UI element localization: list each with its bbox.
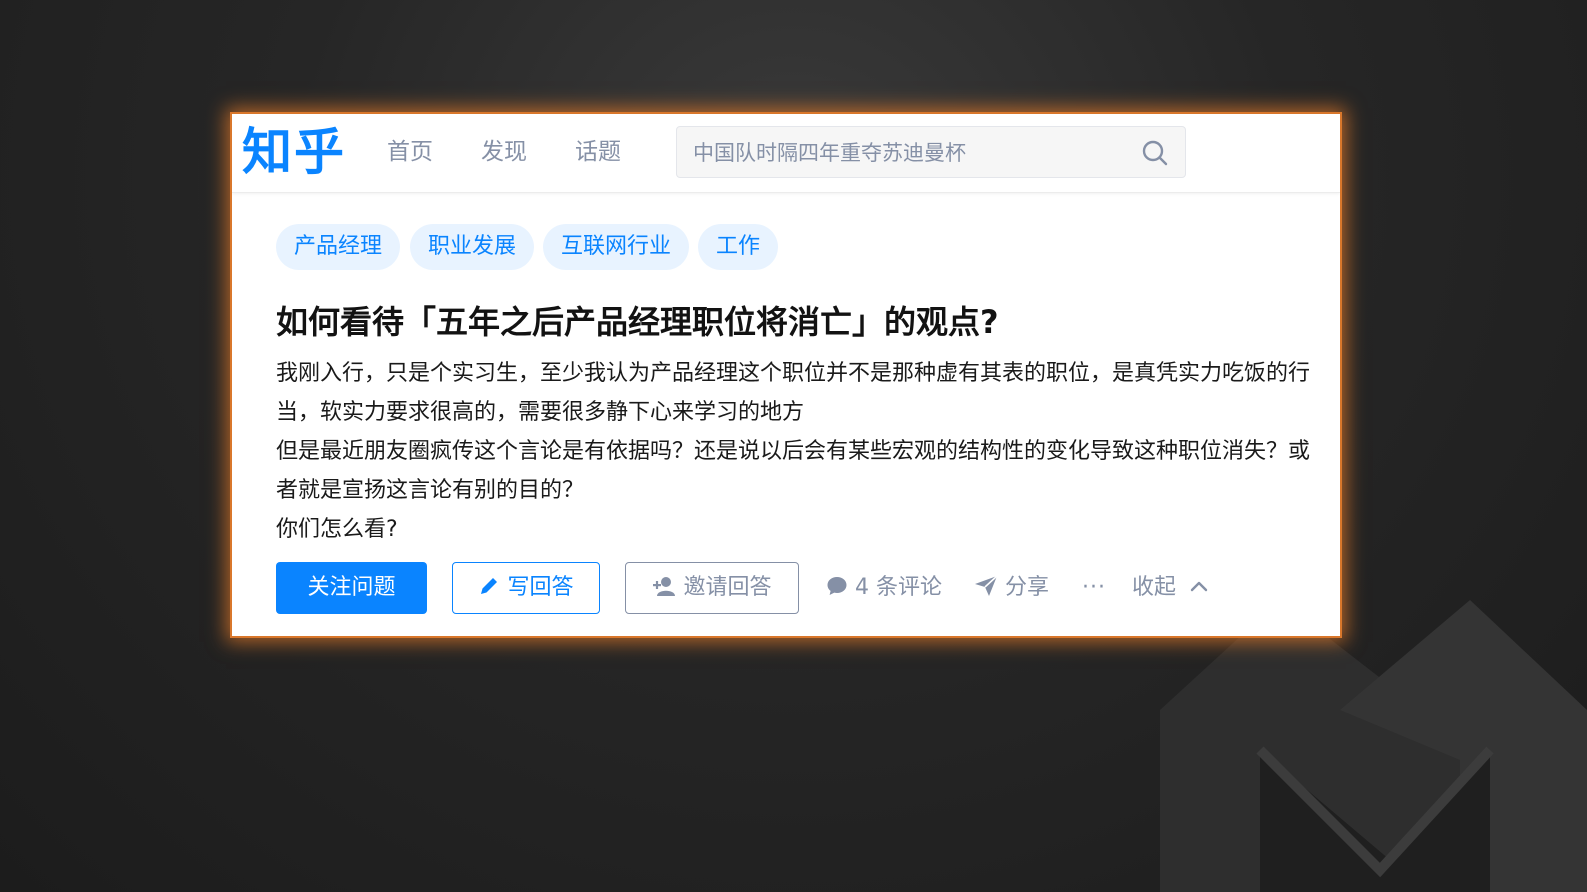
search-box xyxy=(676,126,1186,179)
share-button[interactable]: 分享 xyxy=(974,562,1049,614)
pencil-icon xyxy=(481,578,498,594)
share-label: 分享 xyxy=(1005,575,1050,600)
topic-tag[interactable]: 工作 xyxy=(698,224,779,270)
question-title: 如何看待「五年之后产品经理职位将消亡」的观点? xyxy=(276,303,999,341)
zhihu-question-card: 知乎 首页 发现 话题 产品经理 职业发展 互联网行业 工作 如何看待「五年之后… xyxy=(232,114,1340,636)
question-description: 我刚入行，只是个实习生，至少我认为产品经理这个职位并不是那种虚有其表的职位，是真… xyxy=(276,354,1320,549)
write-answer-label: 写回答 xyxy=(507,575,574,600)
topic-tag[interactable]: 互联网行业 xyxy=(543,224,690,270)
invite-answer-button[interactable]: 邀请回答 xyxy=(625,562,799,614)
comments-label: 4 条评论 xyxy=(855,575,942,600)
invite-answer-label: 邀请回答 xyxy=(683,575,772,600)
more-options-button[interactable]: ··· xyxy=(1082,562,1106,614)
topic-tag[interactable]: 职业发展 xyxy=(410,224,535,270)
collapse-button[interactable]: 收起 xyxy=(1132,562,1209,614)
background-watermark-logo xyxy=(1160,600,1587,892)
collapse-label: 收起 xyxy=(1132,575,1177,600)
description-paragraph: 但是最近朋友圈疯传这个言论是有依据吗？还是说以后会有某些宏观的结构性的变化导致这… xyxy=(276,439,1311,503)
share-icon xyxy=(975,575,998,596)
description-paragraph: 你们怎么看? xyxy=(276,517,398,542)
comments-button[interactable]: 4 条评论 xyxy=(826,562,942,614)
question-actions: 关注问题 写回答 邀请回答 4 条评论 分享 ··· 收起 xyxy=(276,562,1326,616)
topic-tag[interactable]: 产品经理 xyxy=(276,224,401,270)
search-icon[interactable] xyxy=(1141,139,1169,167)
follow-question-button[interactable]: 关注问题 xyxy=(276,562,427,614)
zhihu-logo[interactable]: 知乎 xyxy=(242,120,346,184)
add-user-icon xyxy=(653,577,676,596)
chevron-up-icon xyxy=(1190,581,1208,592)
nav-discover[interactable]: 发现 xyxy=(481,136,527,168)
write-answer-button[interactable]: 写回答 xyxy=(452,562,600,614)
comment-icon xyxy=(827,577,847,595)
nav-home[interactable]: 首页 xyxy=(387,136,433,168)
nav-topics[interactable]: 话题 xyxy=(575,136,621,168)
search-input[interactable] xyxy=(691,127,1125,179)
description-paragraph: 我刚入行，只是个实习生，至少我认为产品经理这个职位并不是那种虚有其表的职位，是真… xyxy=(276,361,1311,425)
top-header: 知乎 首页 发现 话题 xyxy=(232,114,1340,193)
